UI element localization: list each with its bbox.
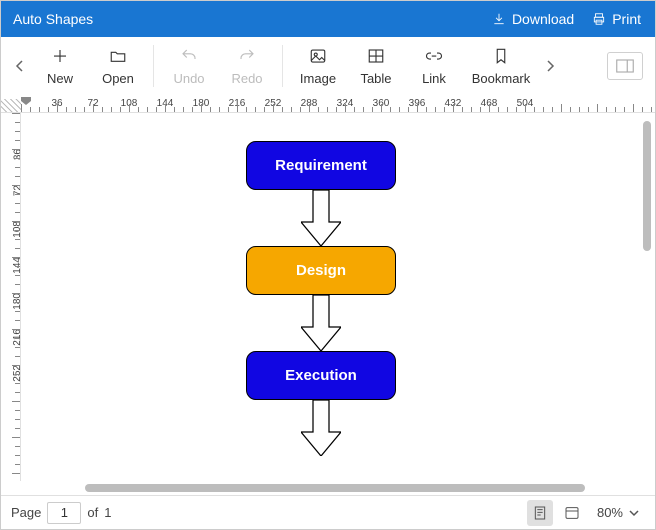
page-view-button[interactable]: [527, 500, 553, 526]
table-label: Table: [360, 71, 391, 86]
bookmark-button[interactable]: Bookmark: [463, 41, 539, 91]
table-icon: [367, 47, 385, 65]
page-view-icon: [532, 505, 548, 521]
page-layout-button[interactable]: [607, 52, 643, 80]
redo-label: Redo: [231, 71, 262, 86]
undo-icon: [180, 47, 198, 65]
workspace: 3672108144180216252 Requirement Design Exe…: [1, 113, 655, 481]
undo-button[interactable]: Undo: [160, 41, 218, 91]
document-canvas[interactable]: Requirement Design Execution: [21, 113, 639, 481]
web-view-button[interactable]: [559, 500, 585, 526]
flowchart-arrow[interactable]: [301, 400, 341, 456]
flowchart-arrow[interactable]: [301, 295, 341, 351]
shape-label: Requirement: [275, 157, 367, 174]
image-button[interactable]: Image: [289, 41, 347, 91]
download-button[interactable]: Download: [492, 11, 574, 27]
download-label: Download: [512, 11, 574, 27]
open-button[interactable]: Open: [89, 41, 147, 91]
page-prefix: Page: [11, 505, 41, 520]
image-label: Image: [300, 71, 336, 86]
folder-icon: [109, 47, 127, 65]
vertical-scrollbar-thumb[interactable]: [643, 121, 651, 251]
shape-label: Design: [296, 262, 346, 279]
print-label: Print: [612, 11, 641, 27]
bookmark-label: Bookmark: [472, 71, 531, 86]
redo-icon: [238, 47, 256, 65]
zoom-value: 80%: [597, 505, 623, 520]
shape-label: Execution: [285, 367, 357, 384]
ruler-vertical: 3672108144180216252: [1, 113, 21, 481]
link-label: Link: [422, 71, 446, 86]
flowchart-shape[interactable]: Design: [246, 246, 396, 295]
page-number-input[interactable]: [47, 502, 81, 524]
bookmark-icon: [492, 47, 510, 65]
link-icon: [425, 47, 443, 65]
web-view-icon: [564, 505, 580, 521]
ruler-horizontal: 3672108144180216252288324360396432468504: [1, 95, 655, 113]
page-layout-icon: [616, 59, 634, 73]
download-icon: [492, 12, 506, 26]
undo-label: Undo: [173, 71, 204, 86]
title-bar: Auto Shapes Download Print: [1, 1, 655, 37]
flowchart-shape[interactable]: Requirement: [246, 141, 396, 190]
open-label: Open: [102, 71, 134, 86]
status-bar: Page of 1 80%: [1, 495, 655, 529]
toolbar-scroll-left[interactable]: [9, 41, 31, 91]
chevron-down-icon: [629, 509, 639, 517]
vertical-scrollbar[interactable]: [639, 113, 655, 481]
horizontal-scrollbar-thumb[interactable]: [85, 484, 585, 492]
print-icon: [592, 12, 606, 26]
toolbar-separator: [153, 45, 154, 87]
flowchart-shape[interactable]: Execution: [246, 351, 396, 400]
print-button[interactable]: Print: [592, 11, 641, 27]
redo-button[interactable]: Redo: [218, 41, 276, 91]
horizontal-scrollbar[interactable]: [1, 481, 655, 495]
plus-icon: [51, 47, 69, 65]
toolbar: New Open Undo Redo Image Table Link Book…: [1, 37, 655, 95]
indent-marker-icon[interactable]: [21, 97, 31, 105]
link-button[interactable]: Link: [405, 41, 463, 91]
app-title: Auto Shapes: [13, 11, 93, 27]
new-button[interactable]: New: [31, 41, 89, 91]
image-icon: [309, 47, 327, 65]
flowchart-arrow[interactable]: [301, 190, 341, 246]
page-of: of: [87, 505, 98, 520]
table-button[interactable]: Table: [347, 41, 405, 91]
zoom-dropdown[interactable]: 80%: [591, 503, 645, 522]
toolbar-separator: [282, 45, 283, 87]
page-total: 1: [104, 505, 111, 520]
toolbar-scroll-right[interactable]: [539, 41, 561, 91]
new-label: New: [47, 71, 73, 86]
